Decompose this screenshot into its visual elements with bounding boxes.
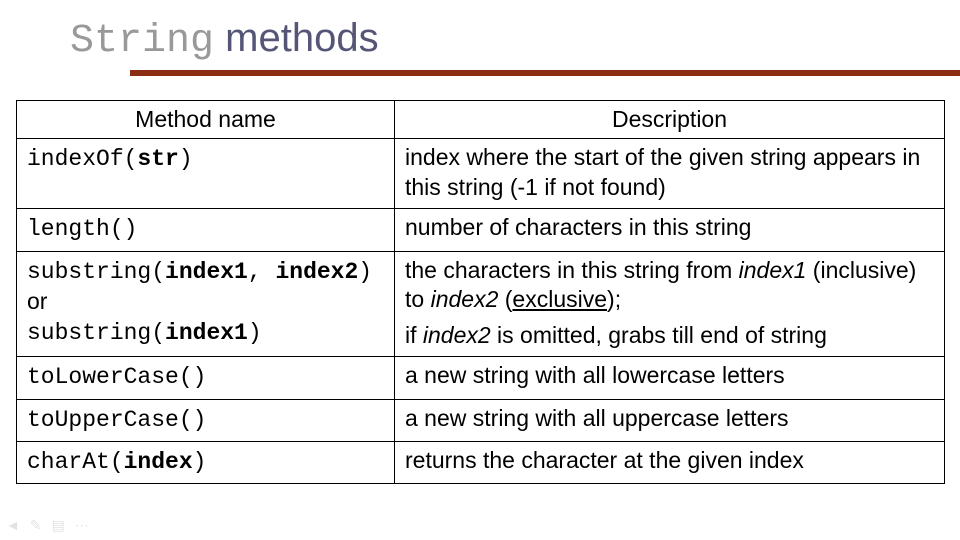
header-method-name: Method name bbox=[17, 101, 395, 139]
method-or: or bbox=[27, 288, 47, 314]
title-underline bbox=[130, 70, 960, 76]
title-part-2: methods bbox=[214, 16, 379, 60]
desc-line1: the characters in this string from index… bbox=[405, 257, 916, 312]
table-row: charAt(index) returns the character at t… bbox=[17, 441, 945, 483]
method-signature: toLowerCase() bbox=[27, 364, 206, 390]
method-signature: length() bbox=[27, 216, 137, 242]
title-part-1: String bbox=[70, 19, 214, 64]
description-cell: returns the character at the given index bbox=[395, 441, 945, 483]
method-signature: indexOf(str) bbox=[27, 146, 193, 172]
pen-icon[interactable]: ✎ bbox=[30, 517, 42, 534]
header-description: Description bbox=[395, 101, 945, 139]
method-cell: toUpperCase() bbox=[17, 399, 395, 441]
table-header-row: Method name Description bbox=[17, 101, 945, 139]
slide-title: String methods bbox=[70, 18, 960, 62]
slide: { "title": { "part1": "String", "part2":… bbox=[0, 0, 960, 540]
menu-icon[interactable]: ▤ bbox=[52, 517, 65, 534]
title-block: String methods bbox=[0, 0, 960, 76]
table-row: toUpperCase() a new string with all uppe… bbox=[17, 399, 945, 441]
description-cell: number of characters in this string bbox=[395, 209, 945, 251]
method-cell: charAt(index) bbox=[17, 441, 395, 483]
description-cell: a new string with all lowercase letters bbox=[395, 357, 945, 399]
description-cell: a new string with all uppercase letters bbox=[395, 399, 945, 441]
method-signature-line1: substring(index1, index2) bbox=[27, 259, 372, 285]
methods-table: Method name Description indexOf(str) ind… bbox=[16, 100, 945, 484]
method-cell: substring(index1, index2) or substring(i… bbox=[17, 251, 395, 356]
table-row: length() number of characters in this st… bbox=[17, 209, 945, 251]
method-signature: charAt(index) bbox=[27, 449, 206, 475]
method-cell: toLowerCase() bbox=[17, 357, 395, 399]
table-row: substring(index1, index2) or substring(i… bbox=[17, 251, 945, 356]
method-signature: toUpperCase() bbox=[27, 407, 206, 433]
table-row: toLowerCase() a new string with all lowe… bbox=[17, 357, 945, 399]
description-cell: index where the start of the given strin… bbox=[395, 139, 945, 209]
footer-toolbar: ◄ ✎ ▤ ⋯ bbox=[6, 517, 89, 534]
method-cell: length() bbox=[17, 209, 395, 251]
prev-icon[interactable]: ◄ bbox=[6, 517, 20, 534]
method-signature-line2: substring(index1) bbox=[27, 320, 262, 346]
method-cell: indexOf(str) bbox=[17, 139, 395, 209]
table-row: indexOf(str) index where the start of th… bbox=[17, 139, 945, 209]
desc-line2: if index2 is omitted, grabs till end of … bbox=[405, 321, 936, 350]
more-icon[interactable]: ⋯ bbox=[75, 517, 89, 534]
description-cell: the characters in this string from index… bbox=[395, 251, 945, 356]
